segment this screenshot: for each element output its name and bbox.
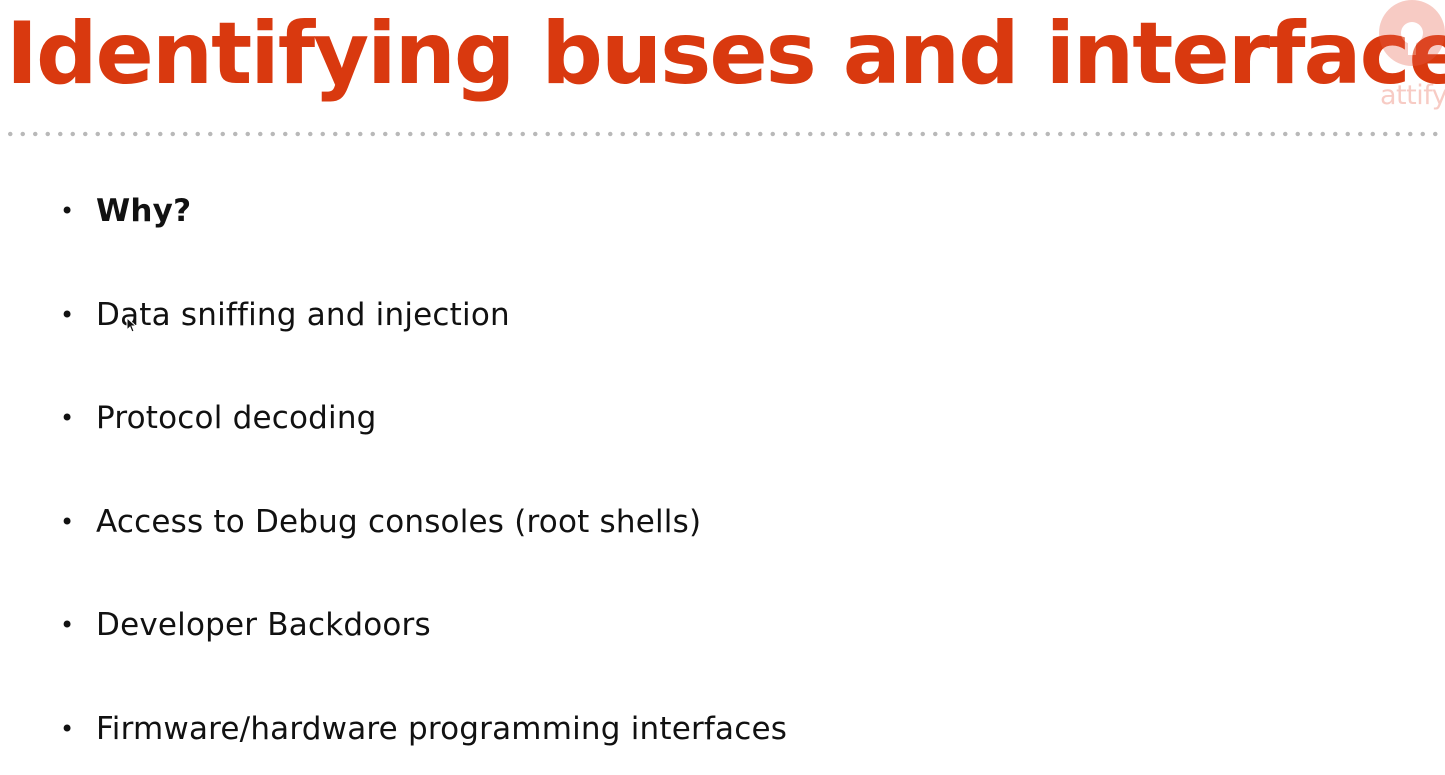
bullet-dot: •: [60, 715, 75, 743]
bullet-item: • Firmware/hardware programming interfac…: [60, 709, 787, 749]
mouse-cursor-icon: [126, 317, 136, 333]
bullet-dot: •: [60, 404, 75, 432]
bullet-text: Access to Debug consoles (root shells): [96, 504, 702, 540]
bullet-item: • Protocol decoding: [60, 398, 377, 438]
slide-title: Identifying buses and interfaces: [6, 4, 1445, 104]
bullet-text: Developer Backdoors: [96, 607, 431, 643]
attify-logo-icon: [1379, 0, 1445, 66]
bullet-text: Firmware/hardware programming interfaces: [96, 711, 788, 747]
bullet-item: • Developer Backdoors: [60, 605, 431, 645]
bullet-text: Protocol decoding: [96, 400, 377, 436]
bullet-dot: •: [60, 197, 75, 225]
bullet-dot: •: [60, 508, 75, 536]
attify-logo: attify: [1374, 0, 1445, 120]
title-divider: [4, 131, 1445, 137]
slide: Identifying buses and interfaces attify …: [0, 0, 1445, 775]
bullet-item: • Access to Debug consoles (root shells): [60, 502, 701, 542]
bullet-text: Data sniffing and injection: [96, 297, 510, 333]
bullet-text: Why?: [96, 193, 192, 229]
logo-wordmark: attify: [1380, 80, 1445, 111]
bullet-item: • Why?: [60, 191, 191, 231]
bullet-dot: •: [60, 301, 75, 329]
bullet-dot: •: [60, 611, 75, 639]
